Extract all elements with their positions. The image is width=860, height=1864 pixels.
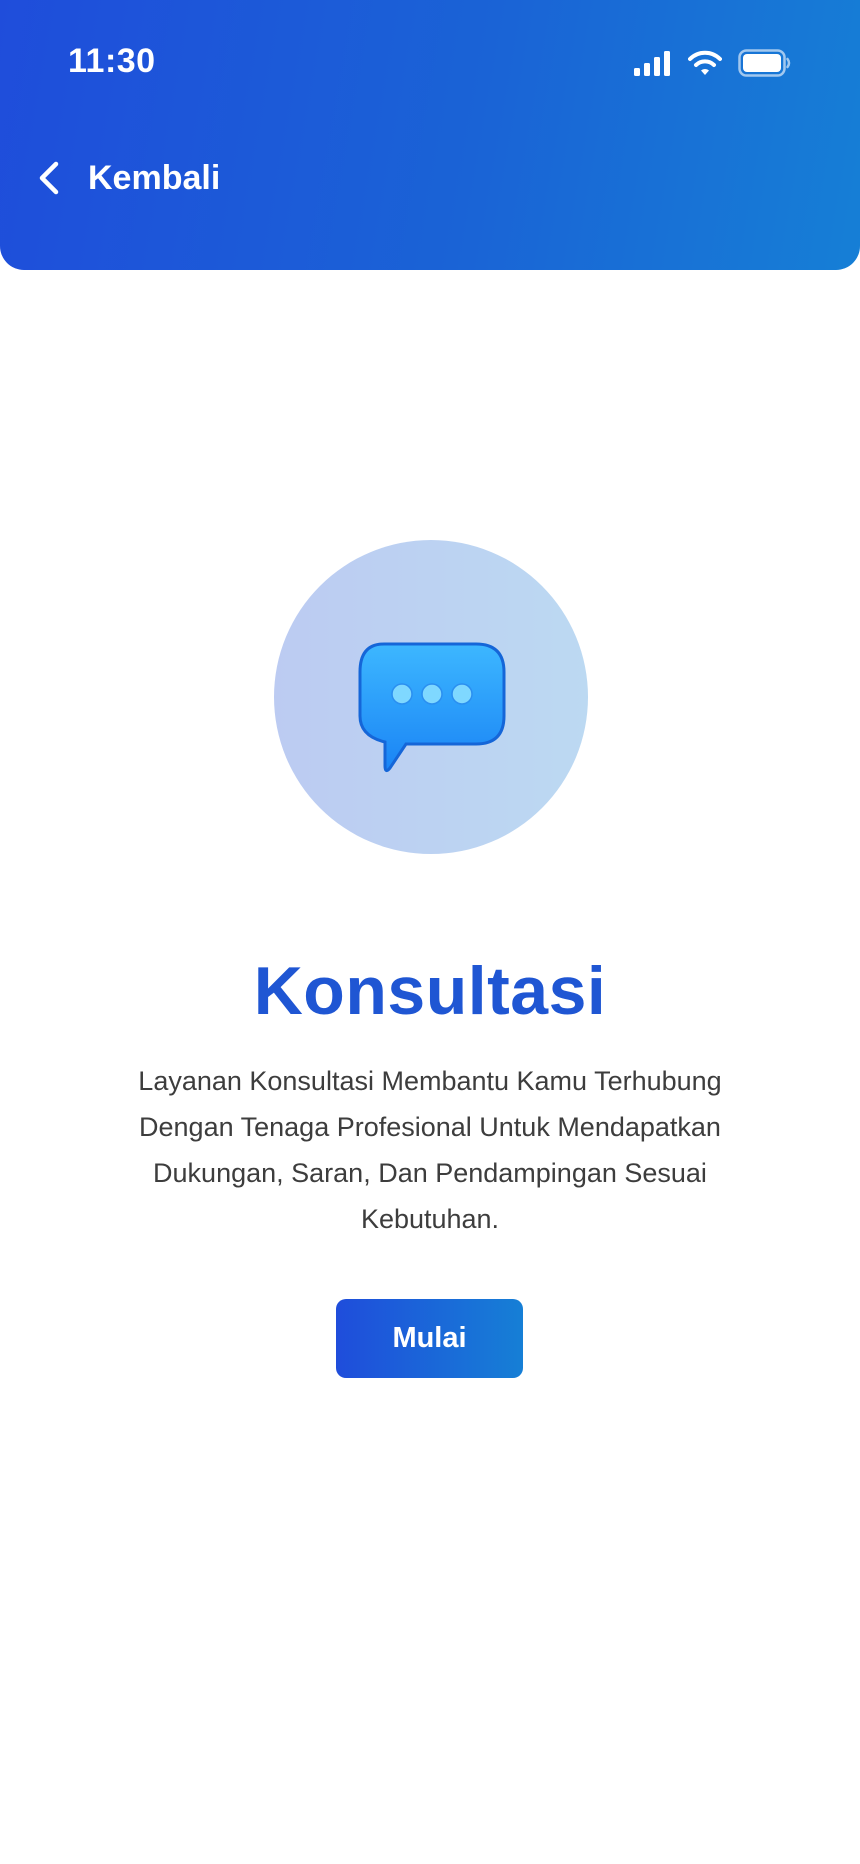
start-button[interactable]: Mulai: [336, 1299, 523, 1378]
page-title: Konsultasi: [253, 953, 607, 1029]
page-description: Layanan Konsultasi Membantu Kamu Terhubu…: [138, 1066, 722, 1234]
cellular-signal-icon: [634, 51, 670, 76]
app-header: 11:30 Kembali: [0, 0, 860, 270]
back-label: Kembali: [88, 158, 221, 197]
wifi-icon: [688, 50, 722, 75]
chat-bubble-icon: [358, 642, 506, 773]
status-bar: 11:30: [0, 0, 860, 130]
battery-icon: [738, 49, 791, 77]
status-icons: [634, 48, 792, 78]
chevron-left-icon: [39, 161, 59, 195]
back-button[interactable]: Kembali: [34, 148, 220, 208]
status-time: 11:30: [68, 42, 156, 80]
